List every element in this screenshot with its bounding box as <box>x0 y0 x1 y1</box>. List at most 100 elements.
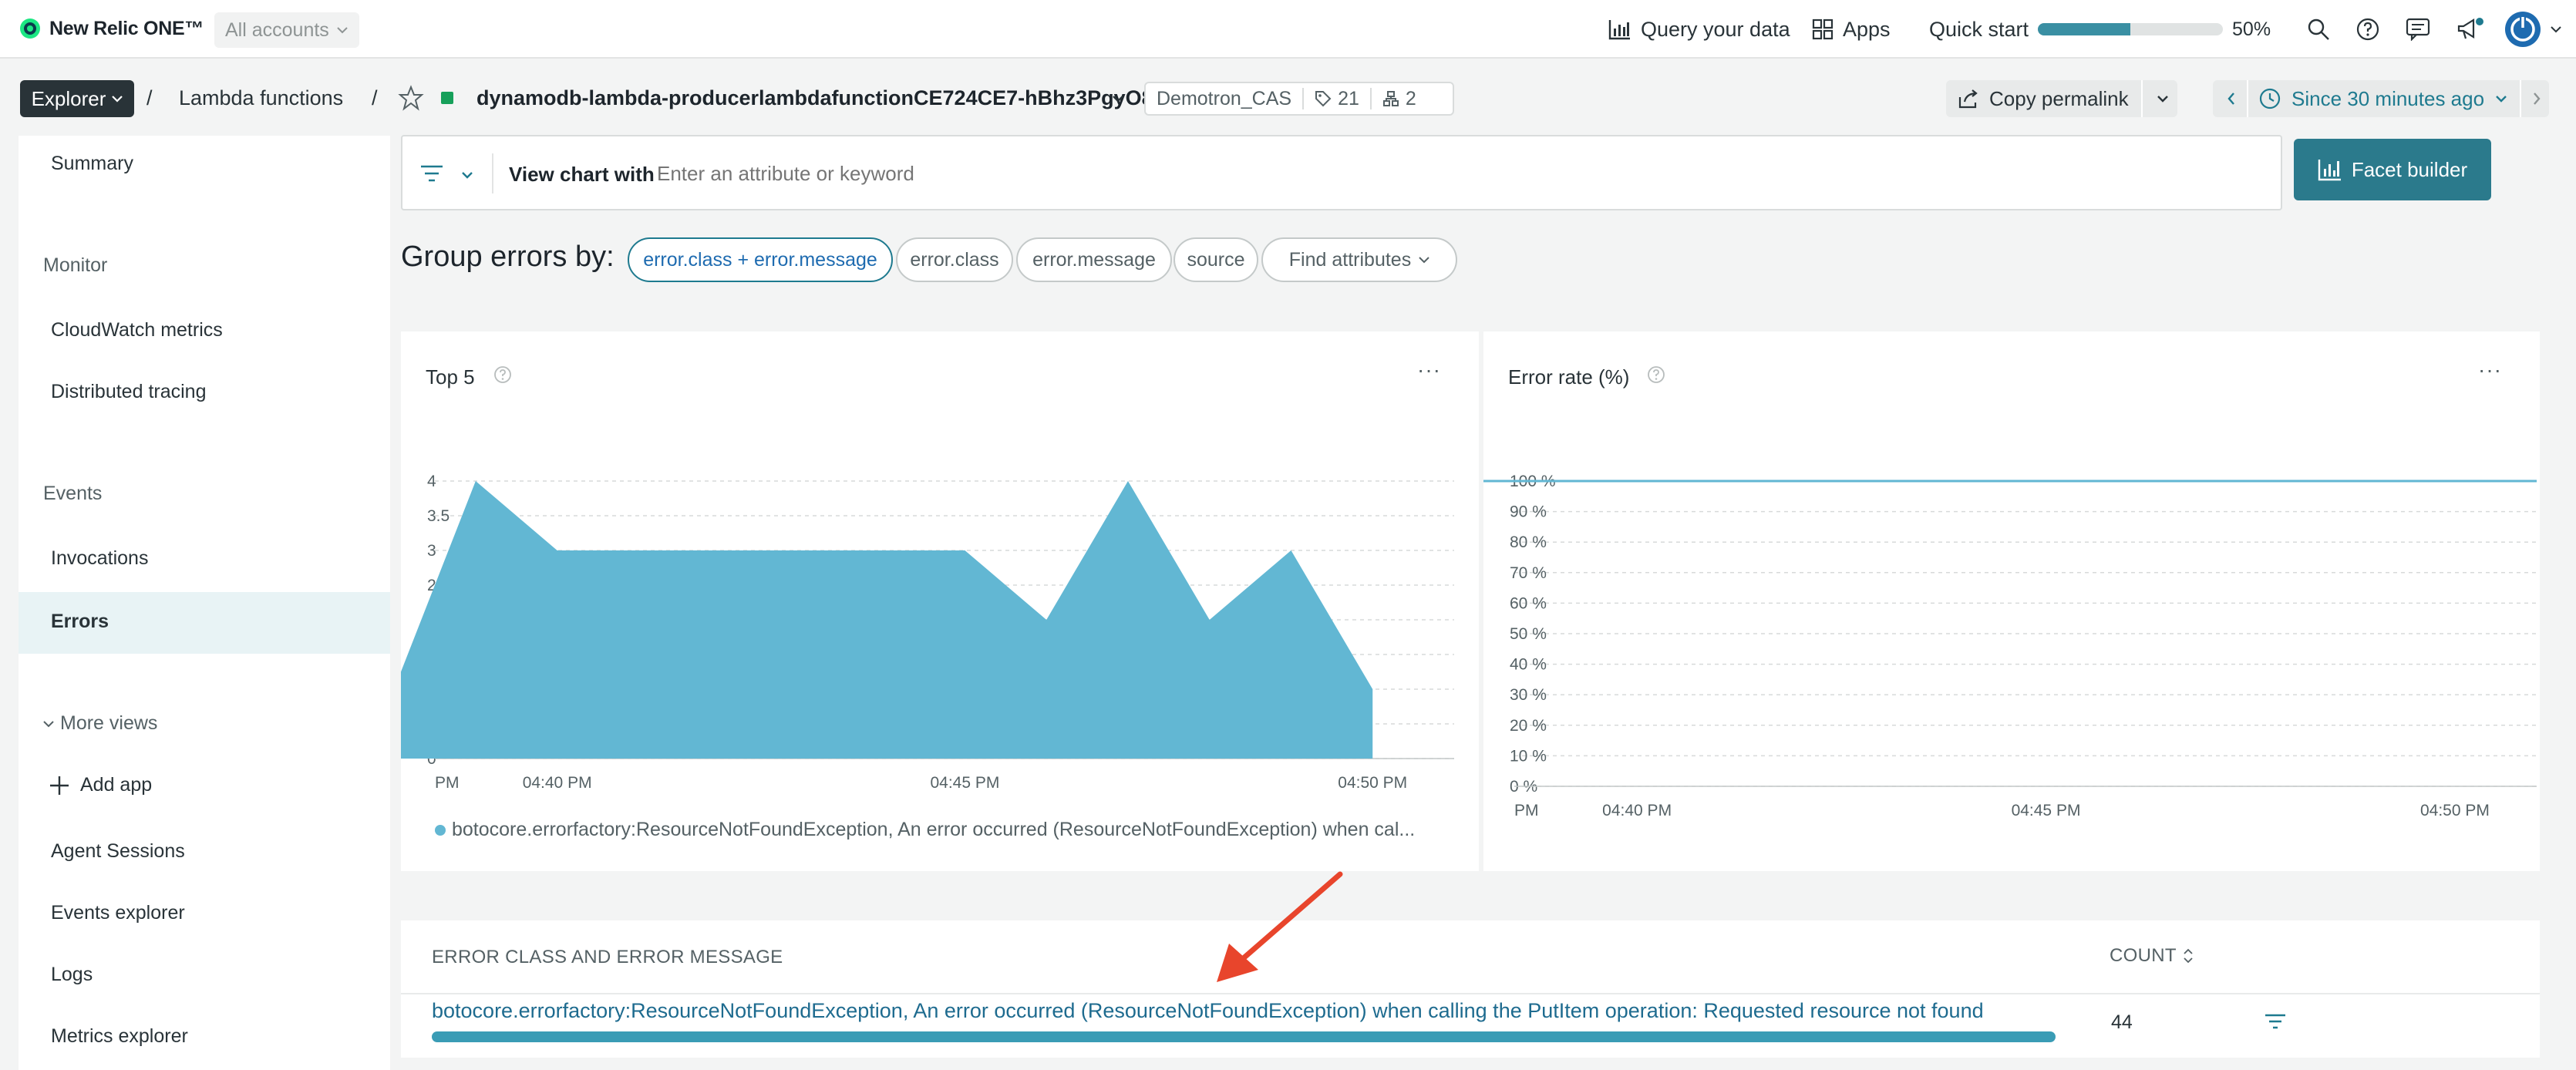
related-entities-count[interactable]: 2 <box>1372 88 1427 110</box>
feedback-button[interactable] <box>2406 0 2430 59</box>
chevron-left-icon[interactable] <box>2227 92 2236 106</box>
sidebar-item-distributed-tracing[interactable]: Distributed tracing <box>51 381 206 403</box>
time-range-label: Since 30 minutes ago <box>2291 86 2485 110</box>
y-tick-label: 20 % <box>1510 717 1547 735</box>
search-button[interactable] <box>2307 0 2330 59</box>
sidebar-item-invocations[interactable]: Invocations <box>51 547 148 570</box>
chevron-down-icon <box>2551 26 2561 33</box>
tag-icon <box>1315 91 1332 107</box>
y-tick-label: 3.5 <box>427 507 450 525</box>
filter-bar: View chart with <box>401 135 2282 210</box>
chart-svg: 100 %90 %80 %70 %60 %50 %40 %30 %20 %10 … <box>1483 473 2537 819</box>
sidebar-item-agent-sessions[interactable]: Agent Sessions <box>51 840 185 863</box>
account-picker[interactable]: All accounts <box>214 12 359 48</box>
y-tick-label: 30 % <box>1510 686 1547 704</box>
column-header-count-label: COUNT <box>2110 945 2177 966</box>
group-by-option-message[interactable]: error.message <box>1016 237 1172 282</box>
help-icon <box>2356 18 2379 41</box>
annotation-arrow-icon <box>1217 871 1343 982</box>
x-tick-label: 04:40 PM <box>1602 802 1672 819</box>
new-relic-logo[interactable]: New Relic ONE™ <box>19 17 204 40</box>
apps-link[interactable]: Apps <box>1812 0 1891 59</box>
filter-icon[interactable] <box>419 164 444 183</box>
divider <box>492 153 493 193</box>
announcements-button[interactable] <box>2456 0 2484 59</box>
megaphone-icon <box>2457 18 2483 39</box>
sidebar-item-summary[interactable]: Summary <box>51 153 133 175</box>
query-your-data-link[interactable]: Query your data <box>1608 0 1790 59</box>
group-errors-by-label: Group errors by: <box>401 241 615 273</box>
more-views-label: More views <box>60 712 158 734</box>
facet-builder-button[interactable]: Facet builder <box>2294 139 2491 200</box>
star-icon[interactable] <box>398 85 424 111</box>
x-tick-label: 04:50 PM <box>1338 774 1407 792</box>
apps-label: Apps <box>1843 17 1891 41</box>
user-menu[interactable] <box>2504 0 2561 59</box>
chart-svg: 43.532.521.510.50PM04:25 PM04:30 PM04:35… <box>401 473 1454 792</box>
sidebar-item-events-explorer[interactable]: Events explorer <box>51 902 185 924</box>
sidebar-item-cloudwatch-metrics[interactable]: CloudWatch metrics <box>51 319 223 342</box>
facet-builder-label: Facet builder <box>2351 157 2468 181</box>
sidebar-item-logs[interactable]: Logs <box>51 964 93 986</box>
help-button[interactable] <box>2356 0 2379 59</box>
chevron-down-icon[interactable] <box>461 170 473 180</box>
sidebar-heading-monitor: Monitor <box>43 254 108 276</box>
filter-icon[interactable] <box>2264 1013 2287 1031</box>
group-by-option-class[interactable]: error.class <box>896 237 1013 282</box>
error-count: 44 <box>2111 1011 2133 1033</box>
entity-name[interactable]: dynamodb-lambda-producerlambdafunctionCE… <box>476 86 1174 110</box>
y-tick-label: 50 % <box>1510 625 1547 643</box>
more-views-toggle[interactable]: More views <box>43 712 157 735</box>
sidebar-item-errors-label: Errors <box>51 611 109 632</box>
add-app-label: Add app <box>80 774 153 796</box>
tag-count[interactable]: 21 <box>1304 88 1370 110</box>
chevron-down-icon <box>337 27 348 34</box>
clock-icon <box>2259 88 2281 109</box>
error-row-link[interactable]: botocore.errorfactory:ResourceNotFoundEx… <box>432 999 1984 1023</box>
tag-count-value: 21 <box>1338 87 1359 109</box>
explorer-label: Explorer <box>31 86 106 110</box>
quick-start[interactable]: Quick start 50% <box>1929 0 2271 59</box>
sidebar-item-metrics-explorer[interactable]: Metrics explorer <box>51 1025 188 1048</box>
query-your-data-label: Query your data <box>1641 17 1790 41</box>
y-tick-label: 80 % <box>1510 533 1547 551</box>
chevron-right-icon[interactable] <box>2532 92 2541 106</box>
column-header-count[interactable]: COUNT <box>2110 945 2194 967</box>
entity-metadata[interactable]: Demotron_CAS 21 2 <box>1144 82 1454 116</box>
new-relic-logo-icon <box>20 19 40 39</box>
account-picker-label: All accounts <box>225 19 329 41</box>
quick-start-percent: 50% <box>2232 18 2271 40</box>
chevron-down-icon <box>43 720 54 727</box>
search-icon <box>2308 19 2329 40</box>
facet-chart-icon <box>2318 160 2341 181</box>
quick-start-label: Quick start <box>1929 17 2029 41</box>
top-5-chart-card: Top 5 ··· 43.532.521.510.50PM04:25 PM04:… <box>401 331 1479 871</box>
top-5-chart: 43.532.521.510.50PM04:25 PM04:30 PM04:35… <box>401 331 1479 871</box>
y-tick-label: 10 % <box>1510 747 1547 765</box>
add-app-button[interactable]: Add app <box>49 774 152 796</box>
chevron-down-icon[interactable] <box>1112 94 1124 103</box>
breadcrumb-lambda-functions[interactable]: Lambda functions <box>179 86 343 110</box>
x-tick-label: PM <box>1514 802 1539 819</box>
time-picker[interactable]: Since 30 minutes ago <box>2213 80 2549 117</box>
copy-permalink-label: Copy permalink <box>1989 86 2129 110</box>
x-tick-label: 04:40 PM <box>523 774 592 792</box>
y-tick-label: 4 <box>427 473 436 490</box>
divider <box>2247 80 2248 117</box>
chart-legend[interactable]: botocore.errorfactory:ResourceNotFoundEx… <box>435 819 1415 841</box>
sidebar-item-errors[interactable]: Errors <box>19 592 390 654</box>
y-tick-label: 3 <box>427 542 436 560</box>
related-entities-value: 2 <box>1405 87 1416 109</box>
group-by-option-source[interactable]: source <box>1174 237 1258 282</box>
divider <box>2140 80 2143 117</box>
group-by-option-class-message[interactable]: error.class + error.message <box>628 237 893 282</box>
explorer-button[interactable]: Explorer <box>20 80 134 117</box>
chevron-down-icon <box>2496 96 2507 103</box>
attribute-search-input[interactable] <box>657 156 2045 190</box>
find-attributes-dropdown[interactable]: Find attributes <box>1261 237 1457 282</box>
copy-permalink-button[interactable]: Copy permalink <box>1946 80 2177 117</box>
chevron-down-icon[interactable] <box>2157 94 2169 103</box>
find-attributes-label: Find attributes <box>1288 248 1412 271</box>
y-tick-label: 90 % <box>1510 503 1547 521</box>
breadcrumb-separator: / <box>146 86 153 109</box>
